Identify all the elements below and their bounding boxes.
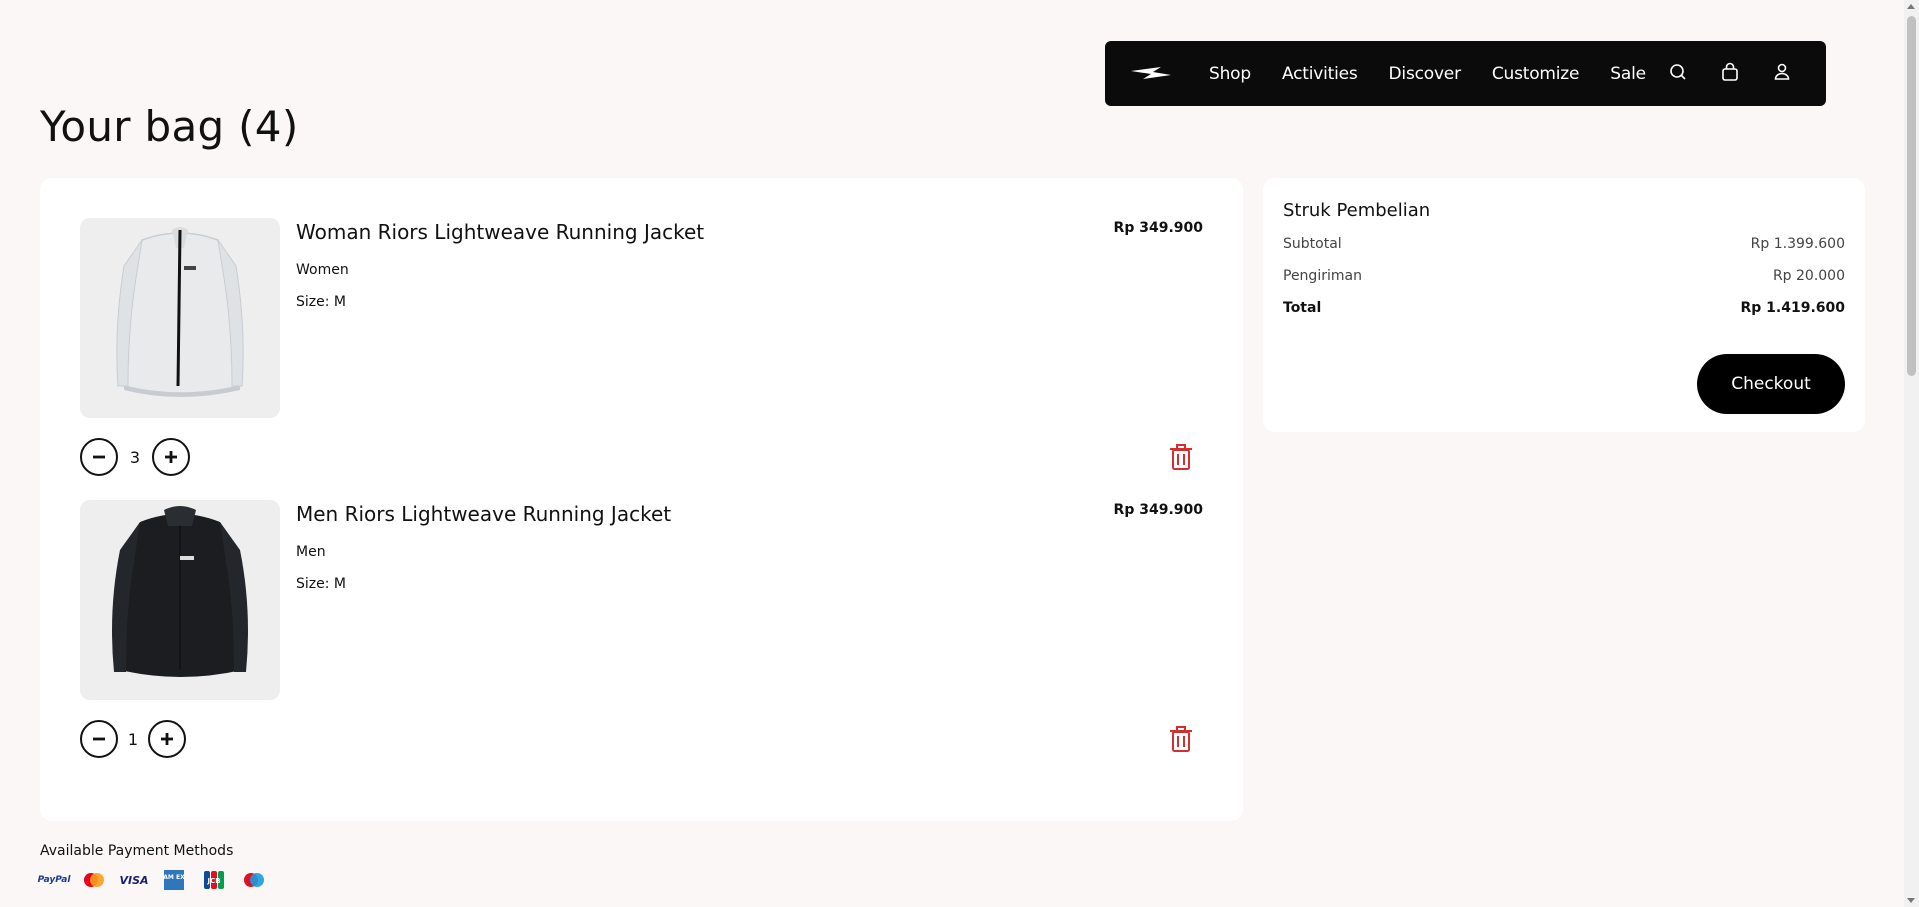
maestro-icon — [240, 870, 268, 890]
decrease-quantity-button[interactable] — [80, 720, 118, 758]
nav-link-sale[interactable]: Sale — [1610, 64, 1646, 84]
brand-logo-icon[interactable] — [1129, 61, 1173, 85]
product-name[interactable]: Woman Riors Lightweave Running Jacket — [296, 220, 704, 244]
product-size: Size: M — [296, 294, 346, 310]
product-image-men-jacket[interactable] — [80, 500, 280, 700]
jcb-icon: JCB — [200, 870, 228, 890]
subtotal-value: Rp 1.399.600 — [1750, 236, 1845, 252]
total-value: Rp 1.419.600 — [1740, 300, 1845, 316]
nav-link-customize[interactable]: Customize — [1492, 64, 1580, 84]
increase-quantity-button[interactable] — [152, 438, 190, 476]
bag-items-card: Woman Riors Lightweave Running Jacket Wo… — [40, 178, 1243, 821]
quantity-value: 1 — [127, 729, 139, 749]
subtotal-label: Subtotal — [1283, 236, 1342, 252]
top-navbar: Shop Activities Discover Customize Sale — [1105, 41, 1826, 106]
checkout-button[interactable]: Checkout — [1697, 354, 1845, 414]
svg-text:AM EX: AM EX — [163, 874, 185, 881]
product-category: Men — [296, 544, 326, 560]
visa-icon: VISA — [119, 873, 149, 887]
svg-text:JCB: JCB — [206, 877, 220, 885]
product-price: Rp 349.900 — [1113, 220, 1203, 236]
nav-link-shop[interactable]: Shop — [1209, 64, 1251, 84]
payment-methods-list: PayPal VISA AM EX JCB — [37, 870, 280, 890]
bag-item: Men Riors Lightweave Running Jacket Men … — [80, 500, 1203, 760]
order-summary-card: Struk Pembelian Subtotal Rp 1.399.600 Pe… — [1263, 178, 1865, 432]
receipt-title: Struk Pembelian — [1283, 200, 1431, 221]
paypal-icon: PayPal — [37, 875, 71, 885]
bag-item: Woman Riors Lightweave Running Jacket Wo… — [80, 218, 1203, 478]
product-price: Rp 349.900 — [1113, 502, 1203, 518]
amex-icon: AM EX — [160, 870, 188, 890]
subtotal-row: Subtotal Rp 1.399.600 — [1283, 236, 1845, 252]
nav-link-activities[interactable]: Activities — [1282, 64, 1358, 84]
shipping-value: Rp 20.000 — [1772, 268, 1845, 284]
product-size: Size: M — [296, 576, 346, 592]
quantity-value: 3 — [129, 447, 141, 467]
nav-links: Shop Activities Discover Customize Sale — [1209, 41, 1677, 106]
product-category: Women — [296, 262, 349, 278]
shipping-label: Pengiriman — [1283, 268, 1362, 284]
user-icon[interactable] — [1769, 59, 1795, 85]
increase-quantity-button[interactable] — [148, 720, 186, 758]
mastercard-icon — [80, 870, 108, 890]
quantity-stepper: 1 — [80, 720, 186, 758]
quantity-stepper: 3 — [80, 438, 190, 476]
product-image-women-jacket[interactable] — [80, 218, 280, 418]
scroll-up-arrow-icon[interactable] — [1907, 4, 1915, 9]
payment-methods-title: Available Payment Methods — [40, 843, 234, 859]
decrease-quantity-button[interactable] — [80, 438, 118, 476]
scroll-down-arrow-icon[interactable] — [1907, 898, 1915, 903]
page-scrollbar[interactable] — [1904, 0, 1919, 907]
remove-item-trash-icon[interactable] — [1169, 443, 1193, 471]
page-title: Your bag (4) — [40, 102, 299, 151]
product-name[interactable]: Men Riors Lightweave Running Jacket — [296, 502, 671, 526]
nav-link-discover[interactable]: Discover — [1389, 64, 1462, 84]
remove-item-trash-icon[interactable] — [1169, 725, 1193, 753]
total-label: Total — [1283, 300, 1322, 316]
total-row: Total Rp 1.419.600 — [1283, 300, 1845, 316]
search-icon[interactable] — [1665, 59, 1691, 85]
shopping-bag-icon[interactable] — [1717, 59, 1743, 85]
scrollbar-thumb[interactable] — [1907, 16, 1916, 376]
shipping-row: Pengiriman Rp 20.000 — [1283, 268, 1845, 284]
